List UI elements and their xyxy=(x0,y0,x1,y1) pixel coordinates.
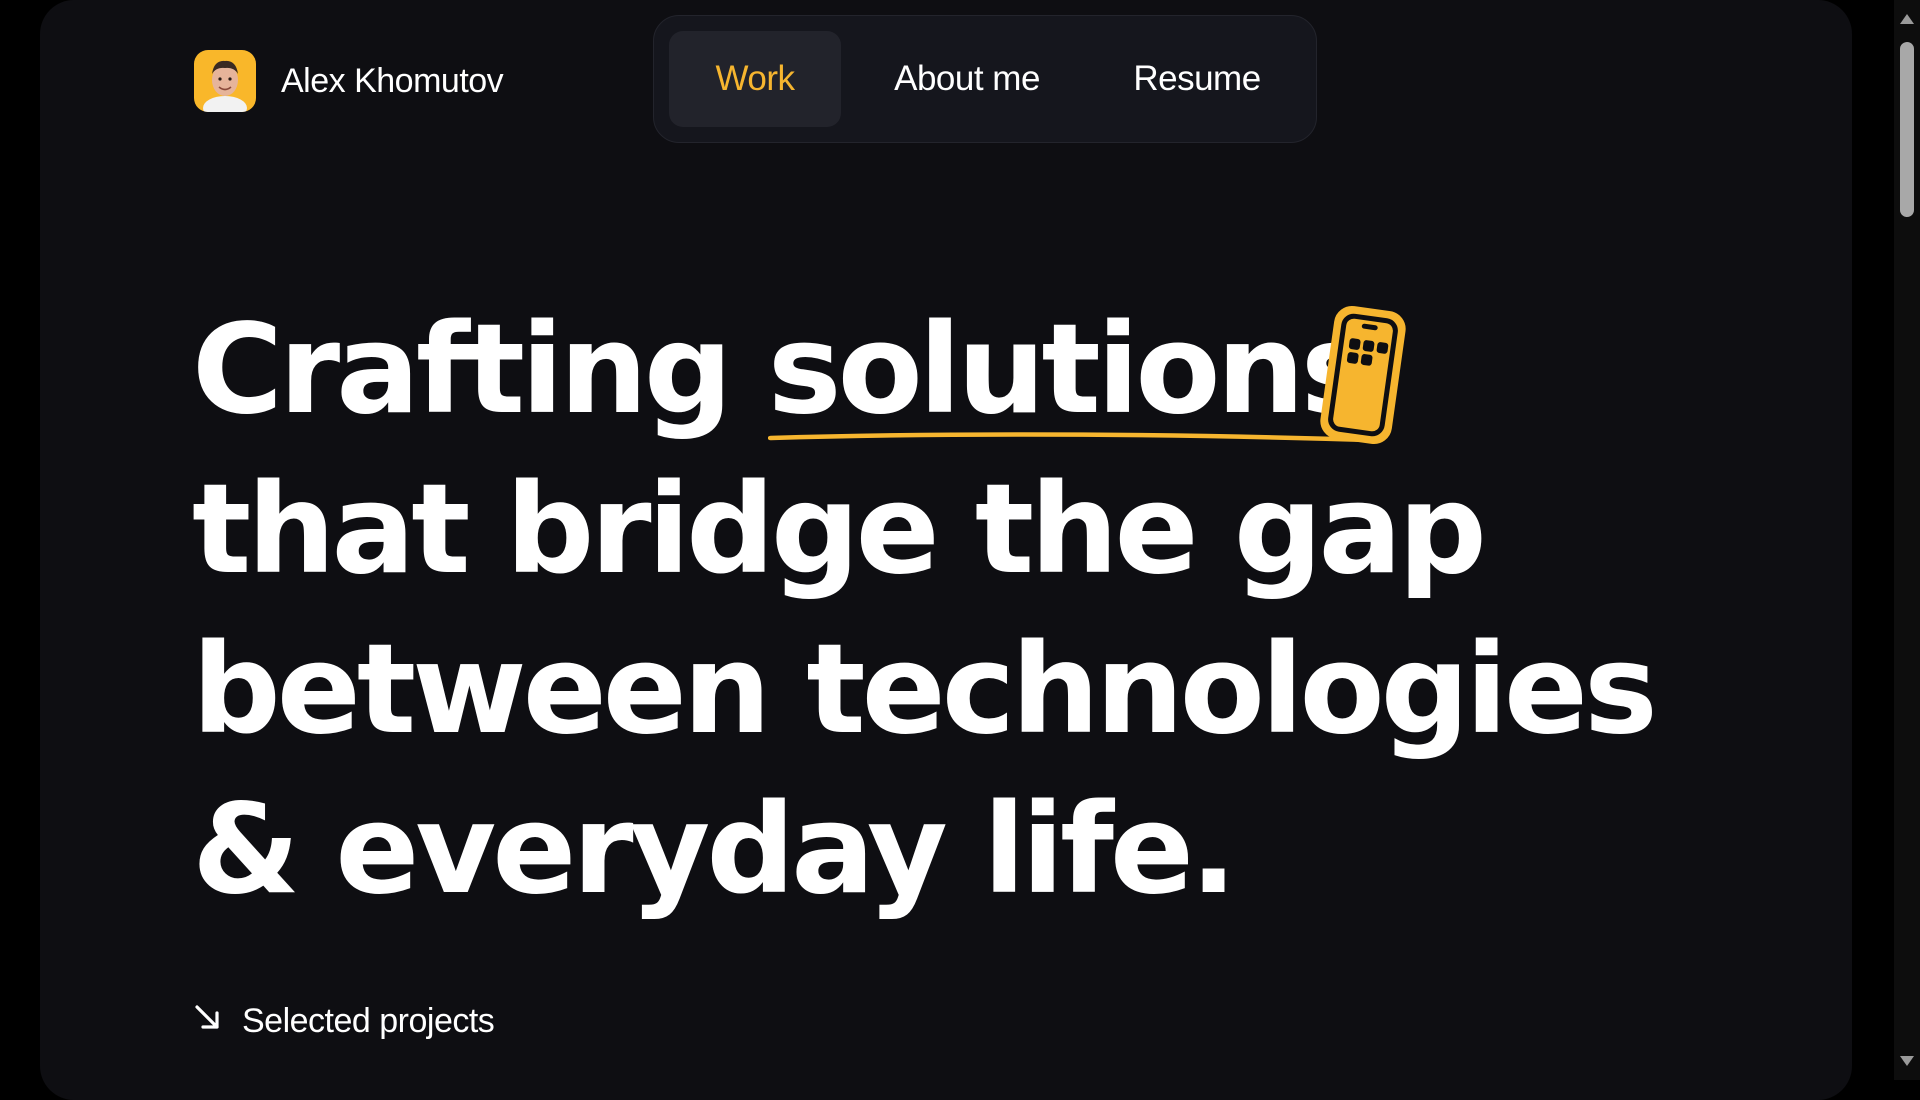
nav-item-resume[interactable]: Resume xyxy=(1093,31,1301,127)
hero-highlight-text: solutions xyxy=(767,298,1375,442)
hero-line-1: Crafting solutions xyxy=(192,290,1654,450)
page-container: Alex Khomutov Work About me Resume Craft… xyxy=(40,0,1852,1100)
hero-headline: Crafting solutions that bridge the gap b… xyxy=(192,290,1658,930)
hero-line-4: & everyday life. xyxy=(192,778,1237,922)
main-nav: Work About me Resume xyxy=(653,15,1317,143)
avatar xyxy=(194,50,256,112)
phone-app-grid-icon xyxy=(1315,302,1411,453)
scroll-up-arrow-icon[interactable] xyxy=(1900,14,1914,24)
hero-line-3: between technologies xyxy=(192,618,1658,762)
page-scrollbar[interactable] xyxy=(1894,0,1920,1080)
scrollbar-thumb[interactable] xyxy=(1900,42,1914,217)
scroll-down-arrow-icon[interactable] xyxy=(1900,1056,1914,1066)
arrow-down-right-icon xyxy=(192,1002,222,1041)
selected-projects-link[interactable]: Selected projects xyxy=(192,1002,495,1041)
selected-projects-label: Selected projects xyxy=(242,1002,495,1040)
hero-word-crafting: Crafting xyxy=(192,298,733,442)
hero-highlight-solutions: solutions xyxy=(767,290,1375,450)
nav-item-about-me[interactable]: About me xyxy=(841,31,1093,127)
brand-link[interactable]: Alex Khomutov xyxy=(194,50,504,112)
hero-line-2: that bridge the gap xyxy=(192,458,1487,602)
underline-stroke xyxy=(767,432,1371,443)
nav-item-work[interactable]: Work xyxy=(669,31,841,127)
brand-name: Alex Khomutov xyxy=(281,61,504,100)
